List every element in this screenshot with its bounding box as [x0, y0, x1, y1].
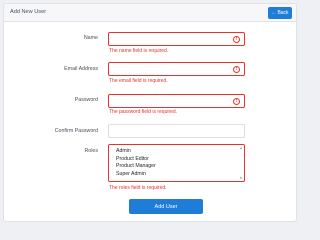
- email-label: Email Address: [64, 66, 98, 72]
- roles-options: Admin Product Editor Product Manager Sup…: [116, 148, 156, 178]
- back-button-label: Back: [277, 10, 289, 16]
- error-icon: !: [233, 98, 240, 105]
- error-icon: !: [233, 36, 240, 43]
- card-header: Add New User ← Back: [4, 4, 296, 22]
- password-error: The password field is required.: [109, 109, 178, 115]
- page-title: Add New User: [10, 9, 47, 15]
- back-button[interactable]: ← Back: [268, 7, 292, 19]
- role-option-product-manager[interactable]: Product Manager: [116, 163, 156, 171]
- email-field[interactable]: !: [108, 62, 245, 81]
- email-error: The email field is required.: [109, 78, 168, 84]
- arrow-left-icon: ←: [271, 9, 277, 16]
- role-option-product-editor[interactable]: Product Editor: [116, 156, 156, 164]
- roles-select[interactable]: Admin Product Editor Product Manager Sup…: [108, 144, 245, 182]
- role-option-super-admin[interactable]: Super Admin: [116, 171, 156, 179]
- roles-scrollbar[interactable]: ▲ ▼: [239, 146, 243, 180]
- confirm-password-input[interactable]: [109, 131, 244, 143]
- add-user-button[interactable]: Add User: [129, 199, 203, 214]
- roles-error: The roles field is required.: [109, 185, 167, 191]
- role-option-admin[interactable]: Admin: [116, 148, 156, 156]
- password-field[interactable]: !: [108, 94, 245, 113]
- scroll-up-icon[interactable]: ▲: [239, 146, 243, 150]
- scroll-down-icon[interactable]: ▼: [239, 176, 243, 180]
- add-user-card: Add New User ← Back Name ! The name fiel…: [3, 3, 297, 222]
- error-icon: !: [233, 66, 240, 73]
- name-field[interactable]: !: [108, 32, 245, 51]
- roles-label: Roles: [84, 148, 98, 154]
- confirm-password-field[interactable]: [108, 124, 245, 143]
- name-error: The name field is required.: [109, 48, 169, 54]
- password-label: Password: [74, 97, 98, 103]
- name-label: Name: [83, 35, 98, 41]
- confirm-password-label: Confirm Password: [54, 128, 98, 134]
